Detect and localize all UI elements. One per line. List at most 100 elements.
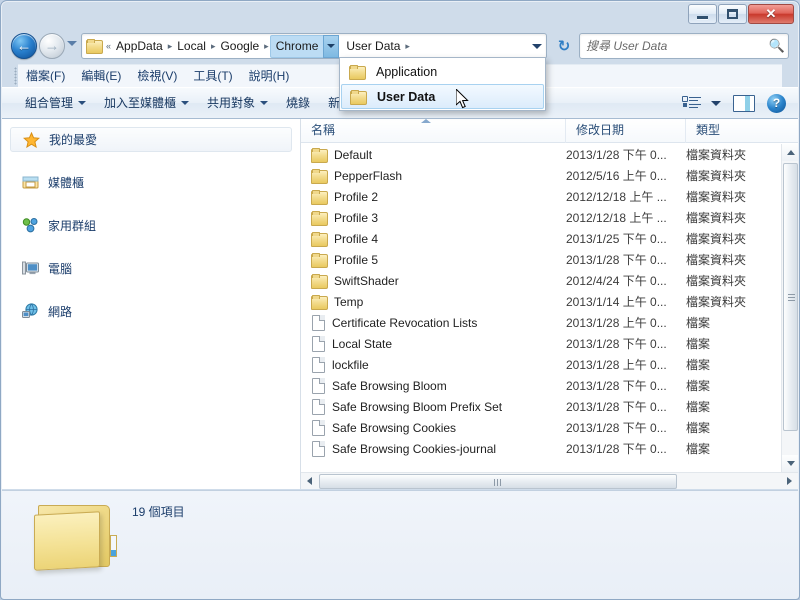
- breadcrumb-chrome-dropdown-button[interactable]: [323, 34, 340, 58]
- mouse-cursor: [455, 87, 470, 110]
- menu-file[interactable]: 檔案(F): [18, 66, 73, 87]
- file-name-cell: Local State: [301, 335, 566, 352]
- command-include-in-library-label: 加入至媒體櫃: [104, 96, 177, 110]
- folder-icon: [311, 252, 328, 268]
- table-row[interactable]: Local State 2013/1/28 下午 0... 檔案: [301, 333, 781, 354]
- vertical-scroll-thumb[interactable]: [783, 163, 798, 431]
- table-row[interactable]: Safe Browsing Cookies-journal 2013/1/28 下…: [301, 438, 781, 459]
- vertical-scrollbar[interactable]: [781, 144, 798, 472]
- minimize-button[interactable]: [688, 4, 717, 24]
- address-folder-icon: [86, 39, 103, 54]
- address-bar[interactable]: « AppData ▸ Local ▸ Google ▸ Chrome User…: [81, 33, 547, 59]
- triangle-down-icon: [786, 461, 795, 466]
- scroll-right-button[interactable]: [781, 473, 798, 490]
- command-share-with-label: 共用對象: [207, 96, 256, 110]
- command-bar-right-group: ?: [681, 93, 798, 113]
- file-name-label: PepperFlash: [334, 168, 403, 183]
- table-row[interactable]: Temp 2013/1/14 上午 0... 檔案資料夾: [301, 291, 781, 312]
- sidebar-item-favorites[interactable]: 我的最愛: [10, 127, 292, 152]
- preview-pane-icon[interactable]: [733, 94, 755, 112]
- file-name-label: Local State: [332, 336, 393, 351]
- file-icon: [312, 314, 325, 331]
- sidebar-item-computer[interactable]: 電腦: [2, 257, 300, 279]
- breadcrumb-dropdown-menu: Application User Data: [339, 57, 546, 111]
- file-name-cell: PepperFlash: [301, 168, 566, 184]
- scroll-up-button[interactable]: [782, 144, 798, 161]
- command-share-with[interactable]: 共用對象: [198, 91, 277, 115]
- table-row[interactable]: SwiftShader 2012/4/24 下午 0... 檔案資料夾: [301, 270, 781, 291]
- forward-button[interactable]: →: [39, 33, 65, 59]
- address-history-dropdown-button[interactable]: [528, 34, 546, 58]
- breadcrumb-user-data[interactable]: User Data: [342, 34, 404, 58]
- table-row[interactable]: Profile 3 2012/12/18 上午 ... 檔案資料夾: [301, 207, 781, 228]
- table-row[interactable]: Default 2013/1/28 下午 0... 檔案資料夾: [301, 144, 781, 165]
- sidebar-item-network[interactable]: 網路: [2, 300, 300, 322]
- horizontal-scroll-thumb[interactable]: [319, 473, 677, 489]
- menu-item-application[interactable]: Application: [341, 59, 544, 84]
- table-row[interactable]: Profile 2 2012/12/18 上午 ... 檔案資料夾: [301, 186, 781, 207]
- close-icon: ✕: [765, 6, 777, 21]
- breadcrumb-separator[interactable]: ▸: [404, 34, 411, 58]
- table-row[interactable]: Safe Browsing Cookies 2013/1/28 下午 0... 檔案: [301, 417, 781, 438]
- scroll-down-button[interactable]: [782, 455, 798, 472]
- table-row[interactable]: Safe Browsing Bloom 2013/1/28 下午 0... 檔案: [301, 375, 781, 396]
- file-date-cell: 2013/1/28 下午 0...: [566, 400, 667, 414]
- view-options-icon[interactable]: [681, 94, 703, 112]
- help-icon[interactable]: ?: [767, 93, 786, 113]
- breadcrumb-appdata[interactable]: AppData: [112, 34, 167, 58]
- folder-icon: [311, 273, 328, 289]
- table-row[interactable]: Profile 5 2013/1/28 下午 0... 檔案資料夾: [301, 249, 781, 270]
- folder-icon: [349, 64, 366, 80]
- folder-icon: [311, 168, 328, 184]
- menu-edit[interactable]: 編輯(E): [73, 66, 129, 87]
- item-count-text: 19 個項目: [132, 505, 185, 519]
- breadcrumb-google[interactable]: Google: [216, 34, 263, 58]
- breadcrumb-chrome[interactable]: Chrome: [269, 34, 324, 58]
- menu-view[interactable]: 檢視(V): [129, 66, 185, 87]
- file-type-cell: 檔案: [686, 442, 711, 456]
- file-name-cell: Safe Browsing Bloom: [301, 377, 566, 394]
- file-icon: [312, 377, 325, 394]
- sidebar-item-homegroup[interactable]: 家用群組: [2, 214, 300, 236]
- computer-icon: [22, 260, 39, 276]
- command-include-in-library[interactable]: 加入至媒體櫃: [95, 91, 198, 115]
- file-name-cell: Profile 3: [301, 210, 566, 226]
- breadcrumb-overflow[interactable]: «: [105, 34, 112, 58]
- file-type-cell: 檔案資料夾: [686, 148, 747, 162]
- table-row[interactable]: lockfile 2013/1/28 上午 0... 檔案: [301, 354, 781, 375]
- column-header-name[interactable]: 名稱: [301, 119, 566, 143]
- command-burn[interactable]: 燒錄: [277, 91, 319, 115]
- back-button[interactable]: ←: [11, 33, 37, 59]
- file-type-cell: 檔案: [686, 379, 711, 393]
- table-row[interactable]: PepperFlash 2012/5/16 上午 0... 檔案資料夾: [301, 165, 781, 186]
- window-controls: ✕: [688, 4, 794, 24]
- breadcrumb-separator[interactable]: ▸: [263, 34, 270, 58]
- file-icon: [312, 440, 325, 457]
- breadcrumb-local[interactable]: Local: [173, 34, 210, 58]
- menu-help[interactable]: 說明(H): [241, 66, 298, 87]
- scroll-left-button[interactable]: [301, 473, 318, 490]
- sidebar-item-label: 網路: [48, 304, 73, 319]
- maximize-button[interactable]: [718, 4, 747, 24]
- menu-tools[interactable]: 工具(T): [185, 66, 240, 87]
- refresh-button[interactable]: ↻: [553, 34, 575, 58]
- file-type-cell: 檔案: [686, 421, 711, 435]
- column-header-type[interactable]: 類型: [686, 119, 776, 143]
- search-box[interactable]: 🔍: [579, 33, 789, 59]
- star-icon: [23, 131, 40, 148]
- command-organize[interactable]: 組合管理: [16, 91, 95, 115]
- folder-icon: [311, 210, 328, 226]
- file-date-cell: 2013/1/28 上午 0...: [566, 316, 667, 330]
- file-name-cell: lockfile: [301, 356, 566, 373]
- close-button[interactable]: ✕: [748, 4, 794, 24]
- recent-pages-dropdown-icon[interactable]: [67, 41, 77, 46]
- view-options-caret-icon[interactable]: [711, 100, 721, 106]
- menu-item-user-data[interactable]: User Data: [341, 84, 544, 109]
- sidebar-item-libraries[interactable]: 媒體櫃: [2, 171, 300, 193]
- horizontal-scrollbar[interactable]: [301, 472, 798, 489]
- table-row[interactable]: Safe Browsing Bloom Prefix Set 2013/1/28 …: [301, 396, 781, 417]
- column-header-date[interactable]: 修改日期: [566, 119, 686, 143]
- table-row[interactable]: Profile 4 2013/1/25 下午 0... 檔案資料夾: [301, 228, 781, 249]
- table-row[interactable]: Certificate Revocation Lists 2013/1/28 上午…: [301, 312, 781, 333]
- search-input[interactable]: [580, 39, 766, 53]
